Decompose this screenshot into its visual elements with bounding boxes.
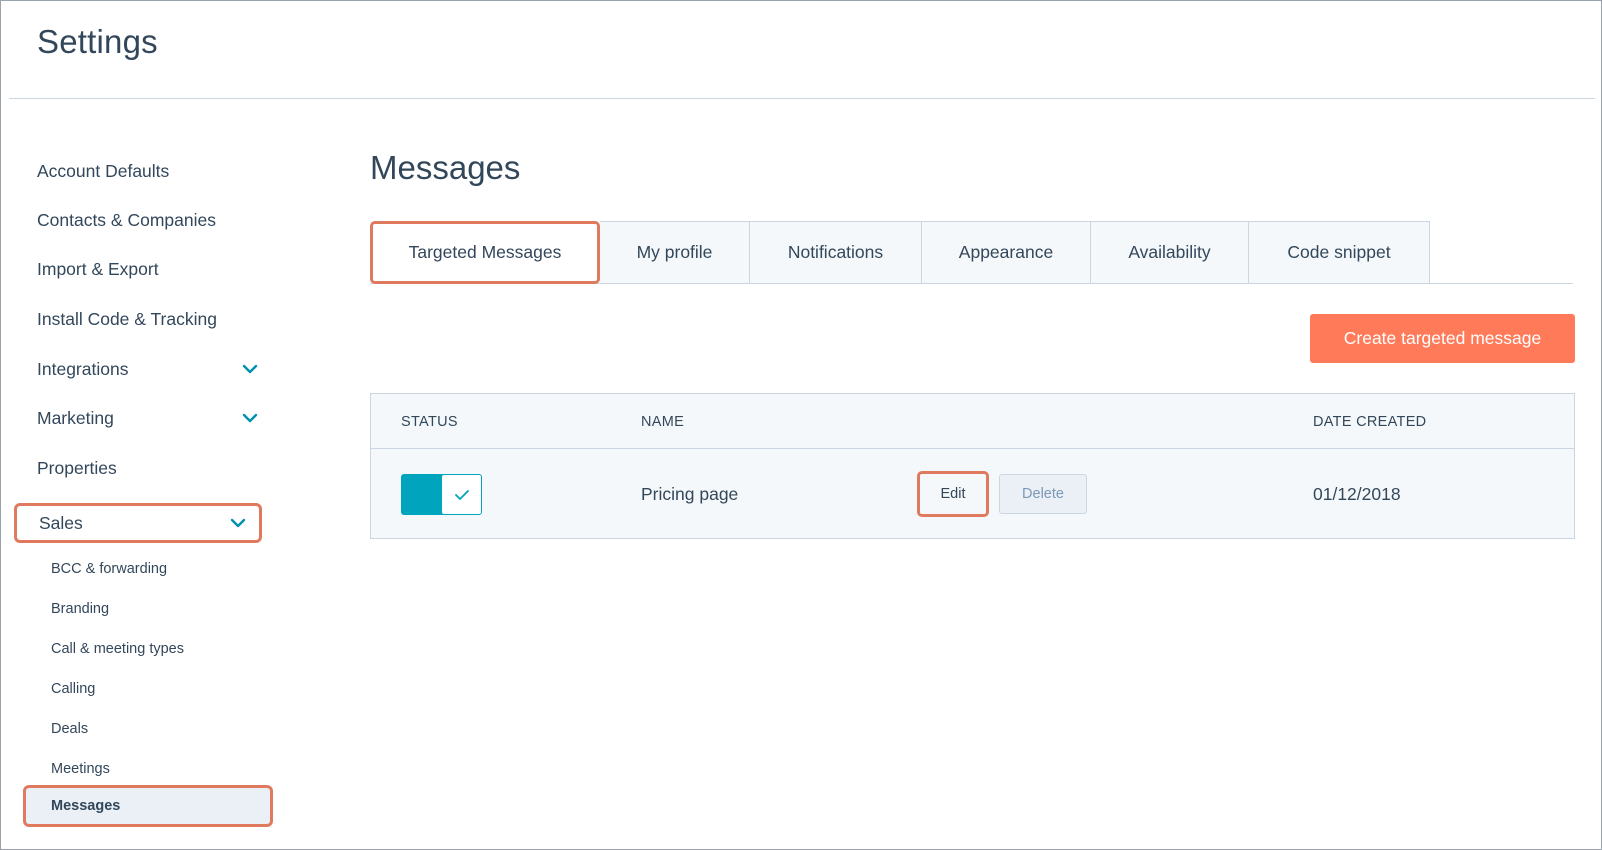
sidebar-subitem-deals[interactable]: Deals <box>51 714 271 744</box>
sidebar-item-label: Marketing <box>37 407 114 428</box>
sidebar-item-integrations[interactable]: Integrations <box>37 351 261 387</box>
sidebar-subitem-label: Calling <box>51 681 96 697</box>
tab-label: My profile <box>636 242 713 262</box>
chevron-down-icon[interactable] <box>241 409 259 427</box>
sidebar-subitem-label: Messages <box>51 798 121 814</box>
tab-label: Code snippet <box>1287 242 1391 262</box>
sidebar-subitem-messages[interactable]: Messages <box>23 785 273 827</box>
tab-my-profile[interactable]: My profile <box>600 221 750 284</box>
create-targeted-message-button[interactable]: Create targeted message <box>1310 314 1575 363</box>
sidebar-item-install-code-tracking[interactable]: Install Code & Tracking <box>37 301 261 337</box>
chevron-down-icon[interactable] <box>241 360 259 378</box>
sidebar-subitem-label: Deals <box>51 721 89 737</box>
message-name[interactable]: Pricing page <box>641 450 738 538</box>
tab-targeted-messages[interactable]: Targeted Messages <box>370 221 600 284</box>
tab-bar: Targeted Messages My profile Notificatio… <box>370 221 1430 284</box>
sidebar-item-label: Contacts & Companies <box>37 209 216 230</box>
sidebar-item-properties[interactable]: Properties <box>37 450 261 486</box>
sidebar-subitem-label: BCC & forwarding <box>51 561 168 577</box>
sidebar-item-label: Properties <box>37 457 117 478</box>
sidebar-subitem-call-meeting-types[interactable]: Call & meeting types <box>51 634 271 664</box>
sidebar-item-label: Import & Export <box>37 258 159 279</box>
sidebar-subitem-bcc-forwarding[interactable]: BCC & forwarding <box>51 554 271 584</box>
sidebar-item-label: Integrations <box>37 358 129 379</box>
sidebar-subitem-meetings[interactable]: Meetings <box>51 754 271 784</box>
header-divider <box>9 98 1595 99</box>
status-toggle[interactable] <box>401 474 482 515</box>
sidebar-item-contacts-companies[interactable]: Contacts & Companies <box>37 202 261 238</box>
tab-code-snippet[interactable]: Code snippet <box>1249 221 1430 284</box>
date-created: 01/12/2018 <box>1313 483 1401 504</box>
sidebar-subitem-calling[interactable]: Calling <box>51 674 271 704</box>
messages-table: STATUS NAME DATE CREATED Pricing page Ed… <box>370 393 1575 539</box>
sidebar-item-marketing[interactable]: Marketing <box>37 400 261 436</box>
sidebar-subitem-label: Meetings <box>51 761 110 777</box>
toggle-knob <box>441 474 482 515</box>
sidebar-item-label: Account Defaults <box>37 160 170 181</box>
sidebar-subitem-label: Call & meeting types <box>51 641 184 657</box>
table-header: STATUS NAME DATE CREATED <box>371 394 1574 449</box>
tab-appearance[interactable]: Appearance <box>922 221 1091 284</box>
column-header-status[interactable]: STATUS <box>401 394 458 449</box>
sidebar-subitem-label: Branding <box>51 601 110 617</box>
tab-label: Availability <box>1128 242 1211 262</box>
column-header-name[interactable]: NAME <box>641 394 684 449</box>
sidebar-item-label: Sales <box>39 512 83 533</box>
column-header-date-created[interactable]: DATE CREATED <box>1313 394 1426 449</box>
sidebar-item-account-defaults[interactable]: Account Defaults <box>37 153 261 189</box>
page-title: Messages <box>370 149 521 186</box>
tab-label: Appearance <box>958 242 1054 262</box>
sidebar-subitem-branding[interactable]: Branding <box>51 594 271 624</box>
sidebar-item-label: Install Code & Tracking <box>37 308 217 329</box>
edit-button[interactable]: Edit <box>917 471 989 517</box>
sidebar-item-sales[interactable]: Sales <box>14 503 262 543</box>
table-row: Pricing page Edit Delete 01/12/2018 <box>371 450 1574 538</box>
tab-notifications[interactable]: Notifications <box>750 221 922 284</box>
tab-label: Targeted Messages <box>408 242 562 262</box>
app-title: Settings <box>37 23 158 60</box>
tab-availability[interactable]: Availability <box>1091 221 1249 284</box>
sidebar-item-import-export[interactable]: Import & Export <box>37 251 261 287</box>
delete-button[interactable]: Delete <box>999 474 1087 514</box>
chevron-down-icon[interactable] <box>229 514 247 532</box>
app-window: Settings Account Defaults Contacts & Com… <box>0 0 1602 850</box>
checkmark-icon <box>454 489 469 500</box>
tab-label: Notifications <box>787 242 884 262</box>
